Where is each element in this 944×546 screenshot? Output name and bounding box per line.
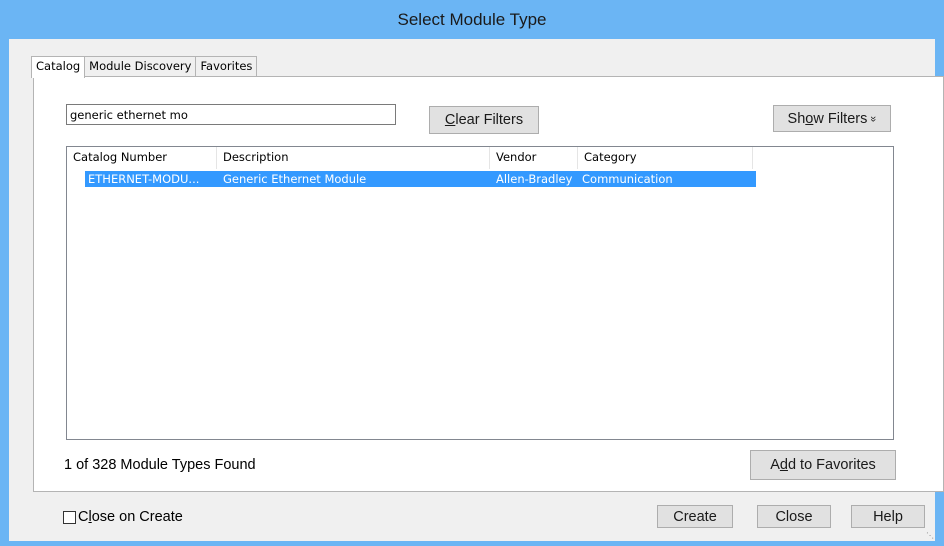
result-count: 1 of 328 Module Types Found [64,457,256,473]
search-input[interactable] [66,104,396,125]
tab-module-discovery[interactable]: Module Discovery [84,56,197,77]
cell-description: Generic Ethernet Module [223,172,367,186]
clear-filters-accesskey: C [444,112,456,128]
tab-strip: Catalog Module Discovery Favorites [31,56,258,78]
column-catalog-number[interactable]: Catalog Number [67,147,217,169]
column-category[interactable]: Category [578,147,753,169]
close-on-create-label-pre: C [78,509,89,525]
add-favorites-label-post: d to Favorites [787,457,876,473]
resize-grip-icon[interactable]: ⋱ [926,531,934,540]
help-button[interactable]: Help [851,505,925,528]
clear-filters-button[interactable]: Clear Filters [429,106,539,134]
close-on-create-option[interactable]: Cl ose on Create [63,509,183,525]
tab-catalog[interactable]: Catalog [31,56,86,78]
column-vendor[interactable]: Vendor [490,147,578,169]
cell-catalog-number: ETHERNET-MODU... [88,172,200,186]
show-filters-label-pre: Sh [787,110,806,127]
clear-filters-label-post: lear Filters [455,112,524,128]
add-favorites-accesskey: d [779,457,788,473]
list-header: Catalog Number Description Vendor Catego… [67,147,893,169]
double-chevron-down-icon: » [867,115,880,122]
tab-favorites[interactable]: Favorites [195,56,258,77]
close-on-create-label-post: ose on Create [91,509,183,525]
dialog-body: Catalog Module Discovery Favorites Clear… [9,39,944,541]
window-title: Select Module Type [397,9,547,29]
add-favorites-label-pre: A [770,457,780,473]
column-description[interactable]: Description [217,147,490,169]
list-row-selected[interactable]: ETHERNET-MODU... Generic Ethernet Module… [85,171,756,187]
add-to-favorites-button[interactable]: Add to Favorites [750,450,896,480]
cell-category: Communication [582,172,673,186]
catalog-panel: Clear Filters Show Filters» Catalog Numb… [33,76,944,492]
close-button[interactable]: Close [757,505,831,528]
module-list[interactable]: Catalog Number Description Vendor Catego… [66,146,894,440]
column-filler [753,147,893,169]
dialog-window: Select Module Type Catalog Module Discov… [0,0,944,546]
cell-vendor: Allen-Bradley [496,172,573,186]
title-bar[interactable]: Select Module Type [0,0,944,39]
create-button[interactable]: Create [657,505,733,528]
close-on-create-checkbox[interactable] [63,510,76,524]
show-filters-button[interactable]: Sh o w Filters» [773,105,891,132]
show-filters-label-post: w Filters [813,110,868,127]
